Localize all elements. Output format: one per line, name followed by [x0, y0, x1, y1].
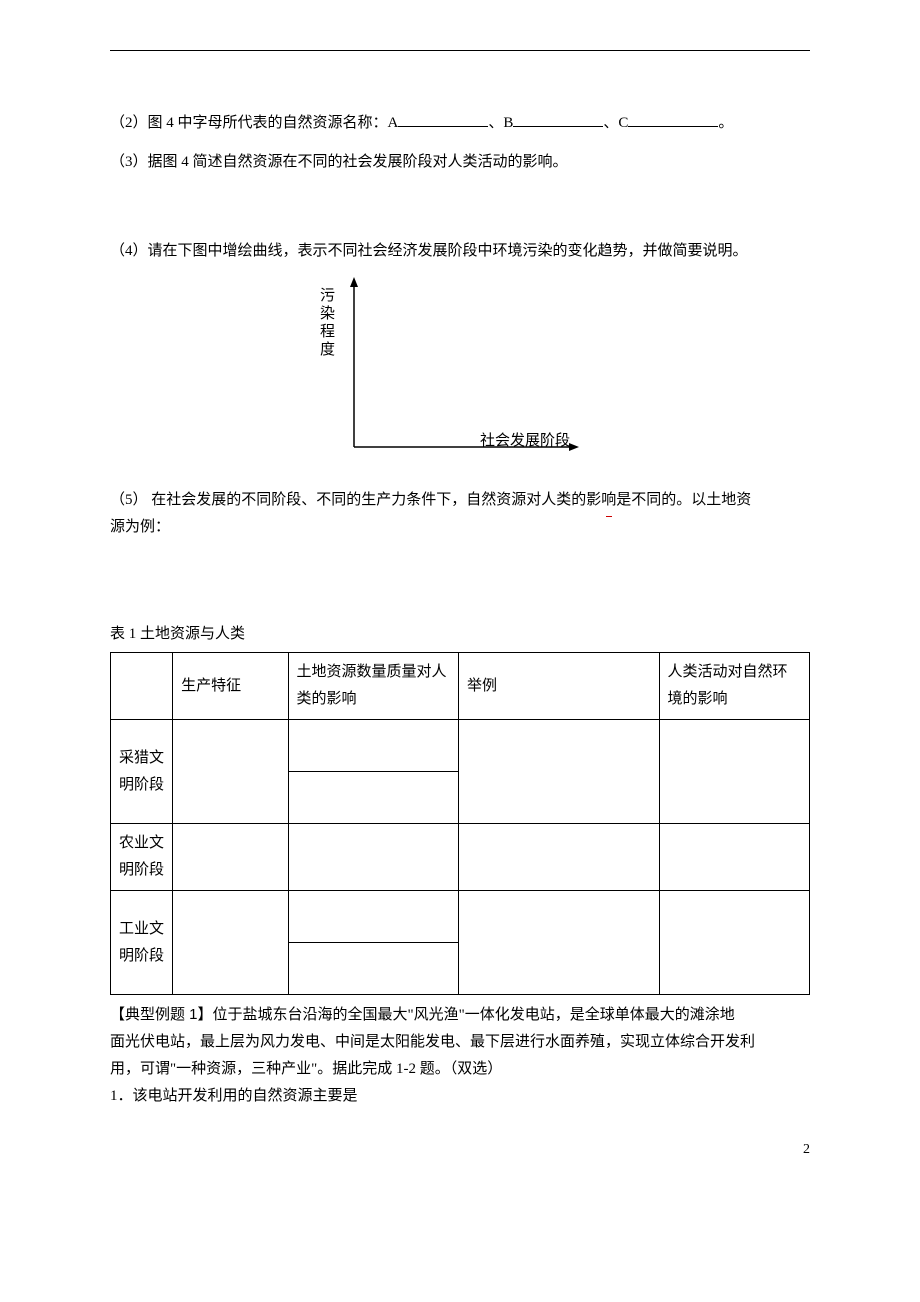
- question-2: （2）图 4 中字母所代表的自然资源名称：A 、B 、C 。: [110, 110, 810, 137]
- chart-x-label: 社会发展阶段: [480, 428, 570, 455]
- q5-line2: 源为例：: [110, 519, 170, 535]
- cell: [458, 720, 659, 824]
- table-row: 工业文 明阶段: [111, 891, 810, 943]
- row1-l1: 农业文: [119, 835, 164, 851]
- land-resource-table: 生产特征 土地资源数量质量对人类的影响 举例 人类活动对自然环境的影响 采猎文 …: [110, 652, 810, 995]
- q2-sep2: 、C: [603, 115, 628, 131]
- row0-l2: 明阶段: [119, 777, 164, 793]
- question-3: （3）据图 4 简述自然资源在不同的社会发展阶段对人类活动的影响。: [110, 149, 810, 176]
- cell: [173, 824, 288, 891]
- example-body-2: 面光伏电站，最上层为风力发电、中间是太阳能发电、最下层进行水面养殖，实现立体综合…: [110, 1034, 755, 1050]
- table-header-row: 生产特征 土地资源数量质量对人类的影响 举例 人类活动对自然环境的影响: [111, 653, 810, 720]
- example-body-3: 用，可谓"一种资源，三种产业"。据此完成 1-2 题。（双选）: [110, 1061, 502, 1077]
- example-title: 【典型例题 1】: [110, 1006, 213, 1023]
- page-number: 2: [803, 1137, 810, 1162]
- row2-l1: 工业文: [119, 921, 164, 937]
- cell: [288, 824, 458, 891]
- q2-end: 。: [718, 115, 733, 131]
- header-col4: 人类活动对自然环境的影响: [659, 653, 809, 720]
- cell: [288, 772, 458, 824]
- header-rule: [110, 50, 810, 51]
- blank-a: [398, 112, 488, 127]
- example-body-1: 位于盐城东台沿海的全国最大"风光渔"一体化发电站，是全球单体最大的滩涂地: [213, 1007, 735, 1023]
- cell: [659, 891, 809, 995]
- row0-label: 采猎文 明阶段: [111, 720, 173, 824]
- cell: [458, 891, 659, 995]
- chart-y-label: 污染程度: [320, 287, 336, 359]
- row1-label: 农业文 明阶段: [111, 824, 173, 891]
- cell: [173, 720, 288, 824]
- cell: [288, 891, 458, 943]
- q2-prefix: （2）图 4 中字母所代表的自然资源名称：A: [110, 115, 398, 131]
- cell: [458, 824, 659, 891]
- cell: [659, 824, 809, 891]
- example-q1: 1．该电站开发利用的自然资源主要是: [110, 1088, 358, 1104]
- table-row: 农业文 明阶段: [111, 824, 810, 891]
- cell: [173, 891, 288, 995]
- q2-sep1: 、B: [488, 115, 513, 131]
- blank-c: [628, 112, 718, 127]
- cell: [659, 720, 809, 824]
- cell: [288, 720, 458, 772]
- table-caption: 表 1 土地资源与人类: [110, 621, 810, 648]
- example-block: 【典型例题 1】位于盐城东台沿海的全国最大"风光渔"一体化发电站，是全球单体最大…: [110, 1001, 810, 1110]
- question-5: （5） 在社会发展的不同阶段、不同的生产力条件下，自然资源对人类的影响是不同的。…: [110, 487, 810, 541]
- row2-l2: 明阶段: [119, 948, 164, 964]
- header-blank: [111, 653, 173, 720]
- header-col1: 生产特征: [173, 653, 288, 720]
- question-4: （4）请在下图中增绘曲线，表示不同社会经济发展阶段中环境污染的变化趋势，并做简要…: [110, 238, 810, 265]
- header-col3: 举例: [458, 653, 659, 720]
- chart-blank-axes: 污染程度 社会发展阶段: [110, 277, 810, 467]
- row2-label: 工业文 明阶段: [111, 891, 173, 995]
- table-row: 采猎文 明阶段: [111, 720, 810, 772]
- q5-line1: （5） 在社会发展的不同阶段、不同的生产力条件下，自然资源对人类的影: [110, 492, 601, 508]
- header-col2: 土地资源数量质量对人类的影响: [288, 653, 458, 720]
- row1-l2: 明阶段: [119, 862, 164, 878]
- cell: [288, 943, 458, 995]
- q5-wavy-char: 响: [601, 487, 616, 514]
- q5-line1-end: 是不同的。以土地资: [616, 492, 751, 508]
- row0-l1: 采猎文: [119, 750, 164, 766]
- blank-b: [513, 112, 603, 127]
